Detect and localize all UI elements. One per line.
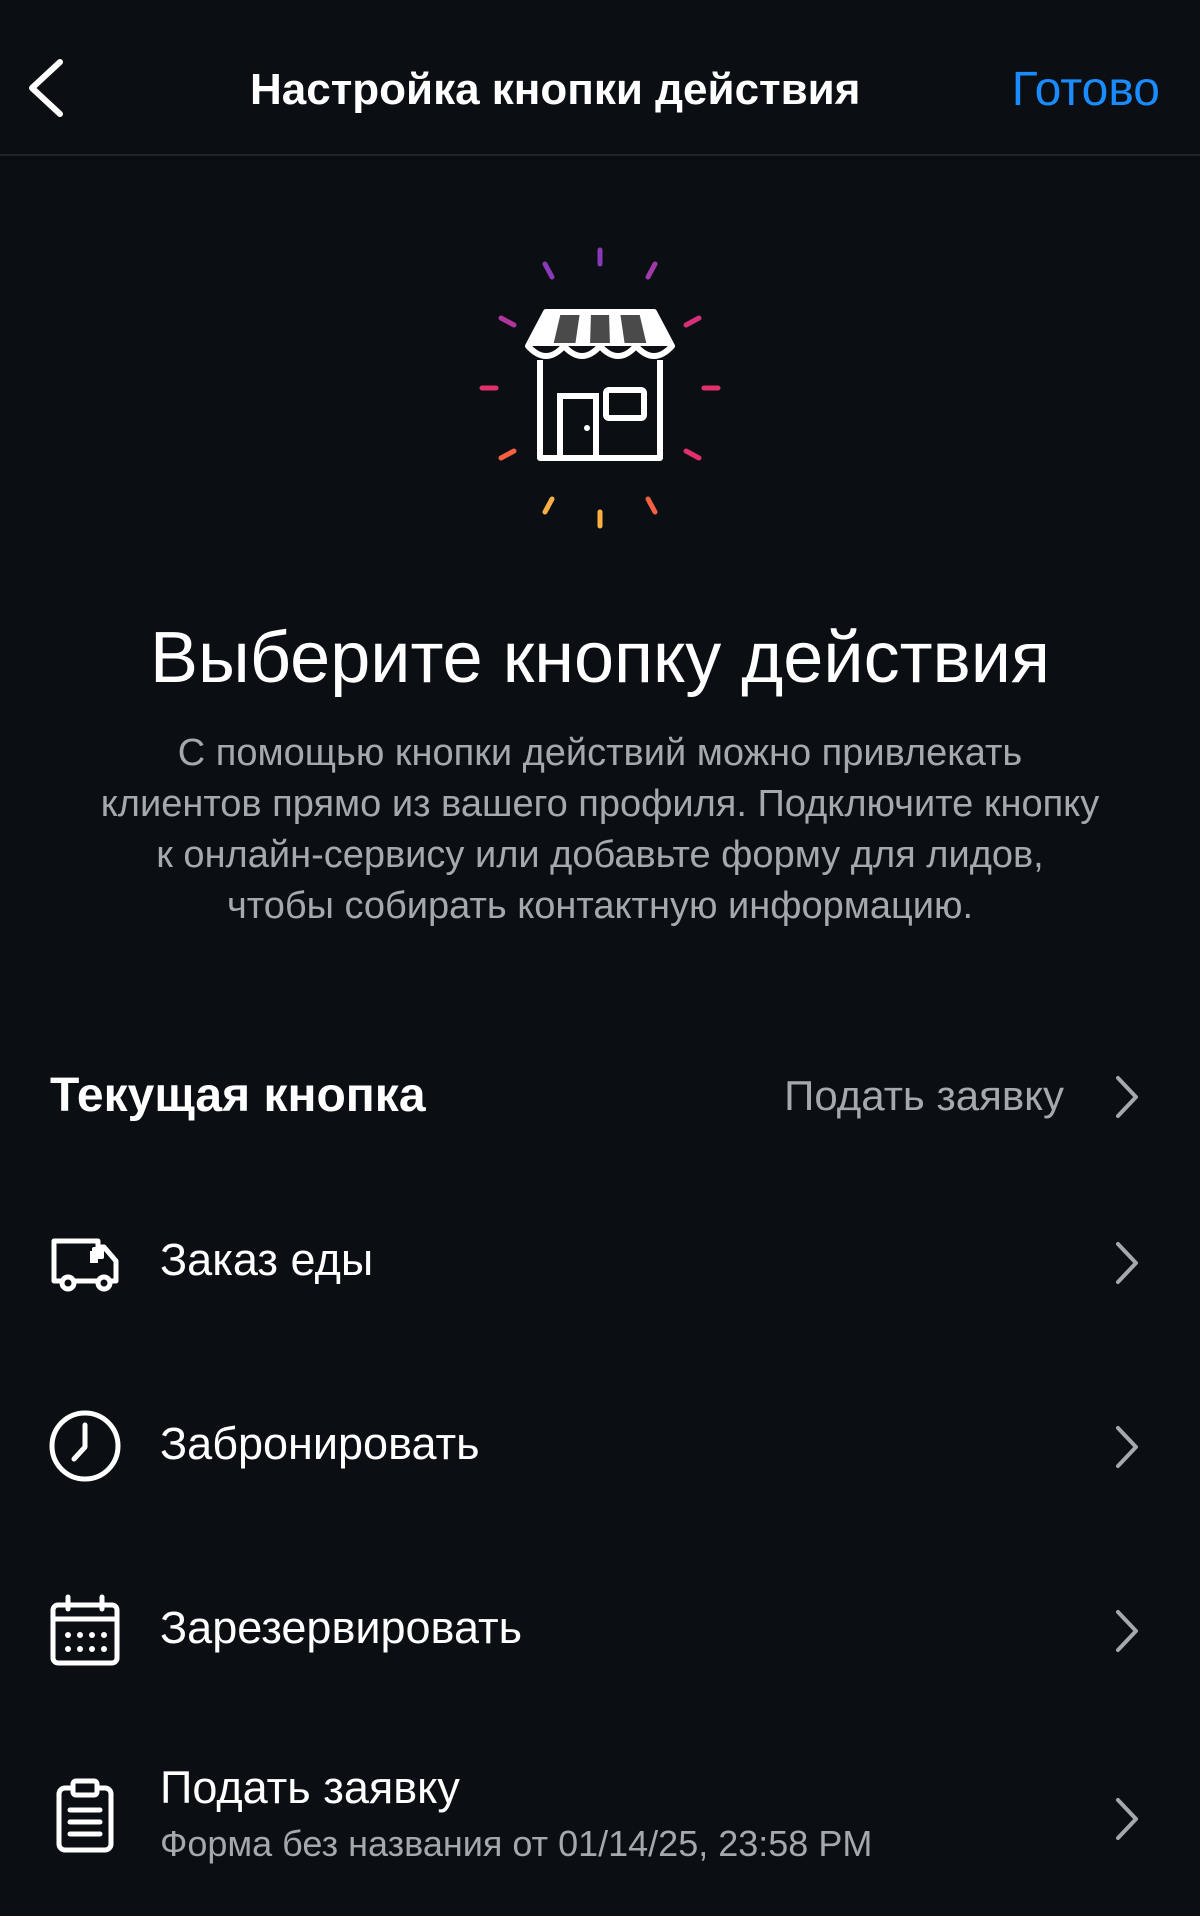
chevron-right-icon <box>1116 1426 1138 1468</box>
option-label: Заказ еды <box>160 1234 374 1285</box>
calendar-icon <box>50 1594 120 1666</box>
section-title: Выберите кнопку действия <box>149 618 1051 698</box>
clock-icon <box>49 1410 121 1482</box>
option-sublabel: Форма без названия от 01/14/25, 23:58 PM <box>160 1823 873 1864</box>
option-apply[interactable]: Подать заявку Форма без названия от 01/1… <box>0 1756 1200 1886</box>
option-label: Забронировать <box>160 1418 480 1469</box>
option-reserve[interactable]: Зарезервировать <box>0 1580 1200 1680</box>
chevron-right-icon <box>1116 1798 1138 1840</box>
storefront-icon <box>479 247 721 529</box>
current-button-value: Подать заявку <box>784 1072 1064 1119</box>
done-button[interactable]: Готово <box>1012 60 1160 120</box>
option-label: Подать заявку <box>160 1762 460 1813</box>
back-arrow-icon[interactable] <box>22 56 72 120</box>
chevron-right-icon <box>1116 1610 1138 1652</box>
page-title: Настройка кнопки действия <box>250 65 861 114</box>
chevron-right-icon <box>1116 1242 1138 1284</box>
clipboard-icon <box>56 1778 114 1853</box>
current-button-row[interactable]: Текущая кнопка Подать заявку <box>0 1050 1200 1150</box>
chevron-right-icon <box>1116 1076 1138 1118</box>
option-label: Зарезервировать <box>160 1602 523 1653</box>
option-food-order[interactable]: Заказ еды <box>0 1212 1200 1312</box>
delivery-truck-icon <box>51 1238 119 1292</box>
current-button-label: Текущая кнопка <box>50 1069 426 1122</box>
option-book[interactable]: Забронировать <box>0 1396 1200 1496</box>
section-description: С помощью кнопки действий можно привлека… <box>100 732 1100 927</box>
top-bar: Настройка кнопки действия Готово <box>0 0 1200 156</box>
